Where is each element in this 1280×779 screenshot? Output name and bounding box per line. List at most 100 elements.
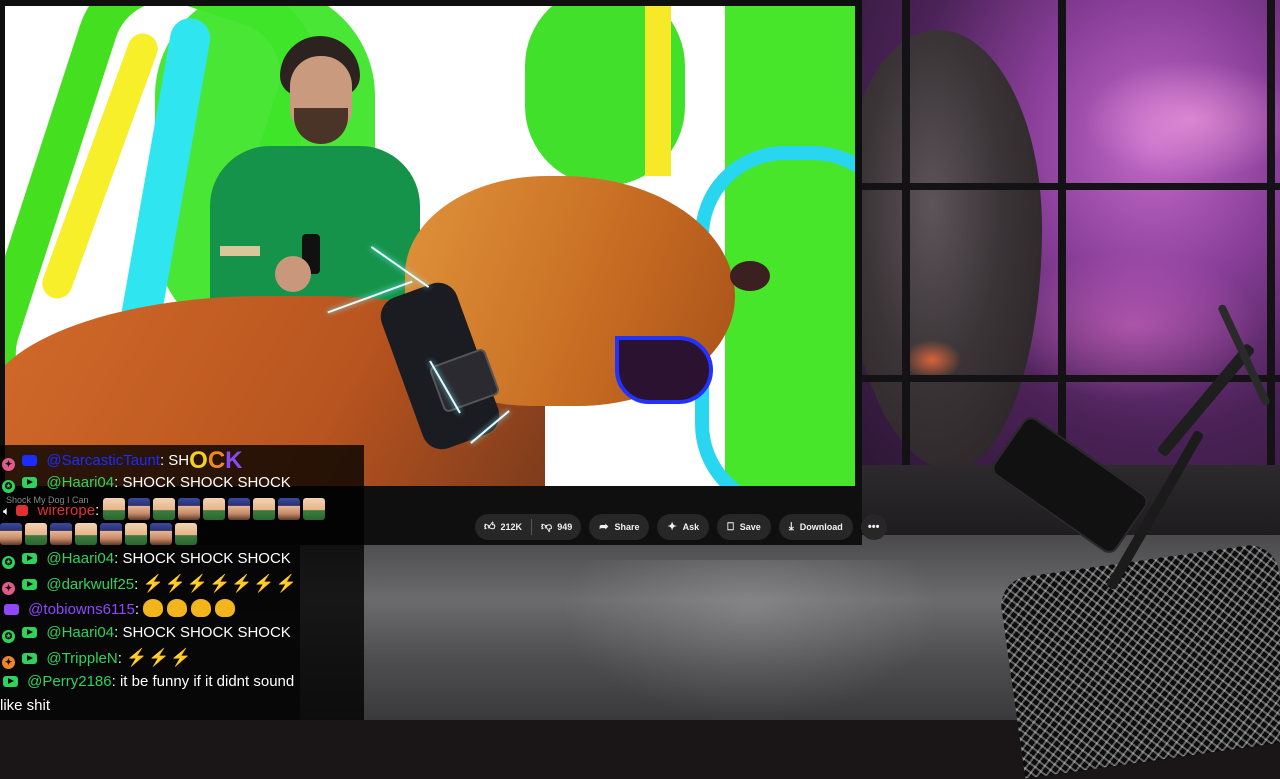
member-badge-icon: ✦ — [2, 656, 15, 669]
face-emote-icon — [50, 523, 72, 545]
face-emote-icon — [100, 523, 122, 545]
chat-message-continuation — [0, 523, 364, 545]
chat-username: @tobiowns6115 — [28, 601, 135, 618]
chat-message: ✦ @darkwulf25: ⚡⚡⚡⚡⚡⚡⚡ — [0, 574, 364, 595]
nebula-cloud — [1082, 60, 1280, 180]
dog-image — [5, 176, 785, 486]
face-emote-icon — [75, 523, 97, 545]
lava-glow — [902, 340, 962, 380]
face-emote-icon — [178, 498, 201, 520]
speaker-icon: 🔈︎ — [3, 504, 11, 518]
youtube-icon — [22, 553, 38, 564]
chat-message: ✪ @Haari04: SHOCK SHOCK SHOCK — [0, 624, 364, 643]
chat-username: @Haari04 — [46, 550, 115, 567]
share-label: Share — [614, 522, 640, 532]
face-emote-icon — [278, 498, 301, 520]
lightning-emoji-icon: ⚡ — [170, 648, 192, 667]
face-emote-icon — [253, 498, 276, 520]
lightning-emoji-icon: ⚡ — [126, 648, 148, 667]
face-emote-icon — [228, 498, 251, 520]
star-badge-icon: ✪ — [2, 556, 15, 569]
thumbs-down-icon: 👎︎ — [541, 520, 553, 533]
window-mullion — [1267, 0, 1275, 480]
yellow-blob-emote-icon — [215, 599, 236, 617]
window-mullion — [1058, 0, 1066, 480]
platform-icon — [22, 455, 38, 466]
face-emote-icon — [203, 498, 226, 520]
chat-text: SHOCK SHOCK SHOCK — [122, 474, 291, 491]
share-button[interactable]: ➦ Share — [589, 514, 650, 540]
face-emote-icon — [0, 523, 22, 545]
chat-message: ✦ @SarcasticTaunt: SHOCK — [0, 447, 364, 475]
chat-message: ✪ @Haari04: SHOCK SHOCK SHOCK — [0, 474, 364, 493]
beard — [294, 108, 348, 144]
like-button[interactable]: 👍︎ 212K — [475, 514, 531, 540]
yellow-blob-emote-icon — [143, 599, 164, 617]
chat-username: @TrippleN — [46, 650, 118, 667]
asteroid-image — [862, 30, 1042, 470]
chat-message: @Perry2186: it be funny if it didnt soun… — [0, 673, 364, 690]
face-emote-icon — [128, 498, 151, 520]
colon: : — [111, 673, 120, 690]
window-mullion — [862, 183, 1280, 190]
download-icon: ⤓ — [788, 520, 794, 533]
psychedelic-shape — [645, 6, 671, 176]
youtube-icon — [3, 676, 18, 687]
bookmark-icon: ⎕ — [727, 520, 734, 533]
chat-text: like shit — [0, 697, 51, 714]
chat-message: ✦ @TrippleN: ⚡⚡⚡ — [0, 648, 364, 669]
chat-username: wirerope — [37, 502, 96, 519]
face-emote-icon — [25, 523, 47, 545]
chat-text: it be funny if it didnt sound — [119, 673, 295, 690]
more-options-button[interactable]: ••• — [860, 514, 887, 540]
lightning-emoji-icon: ⚡ — [231, 574, 253, 593]
star-badge-icon: ✪ — [2, 630, 15, 643]
space-window — [862, 0, 1280, 480]
member-badge-icon: ✦ — [2, 582, 15, 595]
colon: : — [134, 601, 144, 618]
face-emote-icon — [125, 523, 147, 545]
video-frame[interactable] — [5, 6, 855, 486]
emote-letter: O — [189, 447, 208, 474]
colon: : — [95, 502, 104, 519]
dislike-button[interactable]: 👎︎ 949 — [532, 514, 581, 540]
lightning-emoji-icon: ⚡ — [275, 574, 297, 593]
dog-nose — [730, 261, 770, 291]
emote-letter: C — [207, 447, 226, 474]
youtube-icon — [22, 653, 38, 664]
dislike-count: 949 — [557, 522, 573, 532]
face-emote-icon — [175, 523, 197, 545]
chat-text: SHOCK SHOCK SHOCK — [122, 550, 291, 567]
lightning-emoji-icon: ⚡ — [164, 574, 186, 593]
youtube-icon — [22, 579, 38, 590]
youtube-icon — [22, 627, 38, 638]
sparkle-icon: ✦ — [667, 520, 677, 533]
lightning-emoji-icon: ⚡ — [186, 574, 208, 593]
like-count: 212K — [500, 522, 523, 532]
chat-username: @Haari04 — [46, 474, 115, 491]
download-button[interactable]: ⤓ Download — [778, 514, 853, 540]
ask-label: Ask — [682, 522, 700, 532]
star-badge-icon: ✪ — [2, 480, 15, 493]
lightning-emoji-icon: ⚡ — [148, 648, 170, 667]
chat-username: @Perry2186 — [27, 673, 112, 690]
share-icon: ➦ — [599, 520, 609, 533]
chat-message: 🔈︎ wirerope: — [0, 498, 364, 520]
face-emote-icon — [150, 523, 172, 545]
chat-message: @tobiowns6115: — [0, 599, 364, 618]
video-action-bar: 👍︎ 212K 👎︎ 949 ➦ Share ✦ Ask ⎕ Save ⤓ Do… — [475, 514, 887, 540]
ask-button[interactable]: ✦ Ask — [657, 514, 710, 540]
download-label: Download — [799, 522, 843, 532]
chat-text: SHOCK SHOCK SHOCK — [122, 624, 291, 641]
thumbs-up-icon: 👍︎ — [484, 520, 496, 533]
save-button[interactable]: ⎕ Save — [717, 514, 771, 540]
like-dislike-group: 👍︎ 212K 👎︎ 949 — [475, 514, 582, 540]
platform-icon — [16, 505, 29, 516]
chat-message-continuation: like shit — [0, 697, 364, 714]
face-emote-icon — [303, 498, 326, 520]
twitch-icon — [4, 604, 19, 615]
face-emote-icon — [103, 498, 126, 520]
yellow-blob-emote-icon — [167, 599, 188, 617]
lightning-emoji-icon: ⚡ — [253, 574, 275, 593]
live-chat-overlay: ✦ @SarcasticTaunt: SHOCK ✪ @Haari04: SHO… — [0, 445, 364, 720]
